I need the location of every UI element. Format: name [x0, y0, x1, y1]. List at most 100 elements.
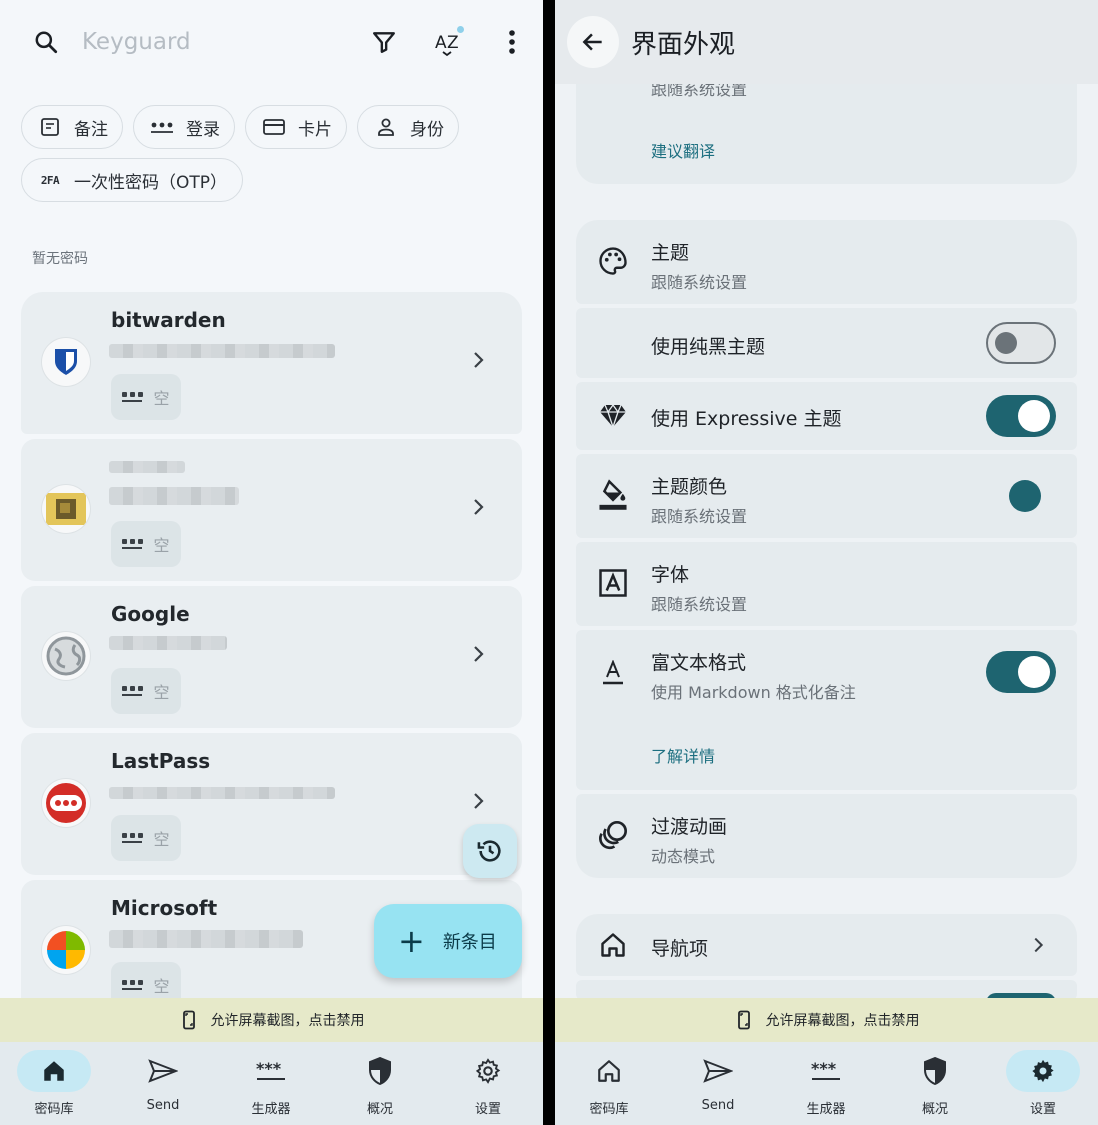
appearance-settings-screen: 界面外观 跟随系统设置 建议翻译 主题 跟随系统设置 使用纯黑主题 使用 Exp…: [555, 0, 1098, 1125]
shield-icon: [924, 1057, 946, 1085]
badge-label: 空: [153, 830, 170, 849]
history-icon: [477, 840, 501, 862]
setting-title: 过渡动画: [651, 816, 728, 838]
setting-subtitle: 使用 Markdown 格式化备注: [651, 683, 856, 702]
setting-pure-black[interactable]: 使用纯黑主题: [576, 308, 1077, 378]
password-dots-icon: [122, 686, 144, 696]
history-button[interactable]: [463, 824, 517, 878]
svg-text:A: A: [435, 33, 447, 53]
chip-card[interactable]: 卡片: [245, 105, 347, 149]
search-input[interactable]: [82, 22, 342, 62]
entry-title: Google: [111, 602, 190, 626]
paint-bucket-icon: [596, 478, 630, 512]
chevron-right-icon: [474, 499, 484, 515]
vault-entry[interactable]: Google 空: [21, 586, 522, 728]
nav-overview[interactable]: 概况: [890, 1050, 980, 1120]
top-app-bar: 界面外观: [555, 0, 1098, 84]
vault-entry[interactable]: bitwarden 空: [21, 292, 522, 434]
password-dots-icon: [150, 115, 174, 139]
palette-icon: [596, 244, 630, 278]
setting-subtitle: 跟随系统设置: [651, 595, 748, 614]
chip-otp[interactable]: 2FA 一次性密码（OTP）: [21, 158, 243, 202]
page-title: 界面外观: [631, 30, 736, 60]
nav-send[interactable]: Send: [118, 1050, 208, 1120]
filter-icon[interactable]: [366, 24, 402, 60]
setting-title: 导航项: [651, 938, 709, 960]
setting-theme[interactable]: 主题 跟随系统设置: [576, 220, 1077, 304]
nav-vault[interactable]: 密码库: [564, 1050, 654, 1120]
nav-generator[interactable]: *** 生成器: [781, 1050, 871, 1120]
rich-text-toggle[interactable]: [986, 651, 1056, 693]
chip-label: 一次性密码（OTP）: [74, 172, 228, 193]
nav-settings[interactable]: 设置: [443, 1050, 533, 1120]
nav-settings[interactable]: 设置: [998, 1050, 1088, 1120]
setting-expressive[interactable]: 使用 Expressive 主题: [576, 382, 1077, 450]
blurred-title: [109, 461, 185, 473]
chip-identity[interactable]: 身份: [357, 105, 459, 149]
password-badge: 空: [111, 815, 181, 861]
suggest-translation-link[interactable]: 建议翻译: [651, 138, 715, 162]
nav-label: 密码库: [589, 1102, 629, 1117]
more-vert-icon[interactable]: [494, 24, 530, 60]
screenshot-banner[interactable]: 允许屏幕截图，点击禁用: [555, 998, 1098, 1042]
card-icon: [262, 115, 286, 139]
screenshot-banner[interactable]: 允许屏幕截图，点击禁用: [0, 998, 543, 1042]
globe-icon: [42, 632, 90, 680]
blurred-username: [109, 930, 303, 948]
badge-label: 空: [153, 683, 170, 702]
back-button[interactable]: [567, 16, 619, 68]
vault-screen: AZ 备注 登录 卡片 身份 2FA 一次性密码（OTP） 暂无密码: [0, 0, 543, 1125]
chip-note[interactable]: 备注: [21, 105, 123, 149]
nav-generator[interactable]: *** 生成器: [226, 1050, 316, 1120]
banner-text: 允许屏幕截图，点击禁用: [765, 1013, 920, 1029]
chip-login[interactable]: 登录: [133, 105, 235, 149]
sort-az-icon[interactable]: AZ: [428, 22, 468, 62]
setting-title: 主题: [651, 242, 690, 264]
gear-icon: [1032, 1059, 1054, 1083]
search-icon[interactable]: [28, 24, 64, 60]
password-badge: 空: [111, 374, 181, 420]
chip-label: 卡片: [298, 119, 332, 140]
nav-vault[interactable]: 密码库: [9, 1050, 99, 1120]
setting-next-partial: [576, 980, 1077, 1003]
new-item-label: 新条目: [442, 932, 497, 953]
password-dots-icon: [122, 980, 144, 990]
pure-black-toggle[interactable]: [986, 322, 1056, 364]
setting-subtitle: 动态模式: [651, 847, 716, 866]
setting-transition[interactable]: 过渡动画 动态模式: [576, 794, 1077, 878]
chevron-right-icon: [1034, 937, 1044, 953]
microsoft-logo-icon: [42, 926, 90, 974]
svg-text:***: ***: [811, 1060, 837, 1078]
person-icon: [374, 115, 398, 139]
2fa-icon: 2FA: [40, 173, 60, 187]
lastpass-logo-icon: [42, 779, 90, 827]
nav-overview[interactable]: 概况: [335, 1050, 425, 1120]
phone-screenshot-icon: [182, 1010, 195, 1030]
home-icon: [598, 1060, 620, 1082]
chevron-right-icon: [474, 793, 484, 809]
setting-rich-text[interactable]: 富文本格式 使用 Markdown 格式化备注 了解详情: [576, 630, 1077, 790]
arrow-back-icon: [582, 33, 602, 51]
diamond-icon: [596, 399, 630, 433]
vault-entry[interactable]: LastPass 空: [21, 733, 522, 875]
new-item-button[interactable]: + 新条目: [374, 904, 522, 978]
expressive-toggle[interactable]: [986, 395, 1056, 437]
learn-more-link[interactable]: 了解详情: [651, 743, 715, 767]
setting-font[interactable]: 字体 跟随系统设置: [576, 542, 1077, 626]
search-bar: AZ: [0, 0, 543, 84]
setting-theme-color[interactable]: 主题颜色 跟随系统设置: [576, 454, 1077, 538]
setting-nav-items[interactable]: 导航项: [576, 914, 1077, 976]
chip-label: 登录: [186, 119, 220, 140]
home-outline-icon: [596, 928, 630, 962]
badge-label: 空: [153, 536, 170, 555]
setting-subtitle: 跟随系统设置: [651, 507, 748, 526]
setting-subtitle: 跟随系统设置: [651, 273, 748, 292]
nav-send[interactable]: Send: [673, 1050, 763, 1120]
sort-indicator-dot: [457, 26, 464, 33]
nav-label: 生成器: [251, 1102, 291, 1117]
password-dots-icon: [122, 833, 144, 843]
vault-entry[interactable]: 空: [21, 439, 522, 581]
svg-text:Z: Z: [447, 33, 459, 53]
plus-icon: +: [398, 922, 425, 960]
password-generator-icon: ***: [811, 1060, 840, 1080]
